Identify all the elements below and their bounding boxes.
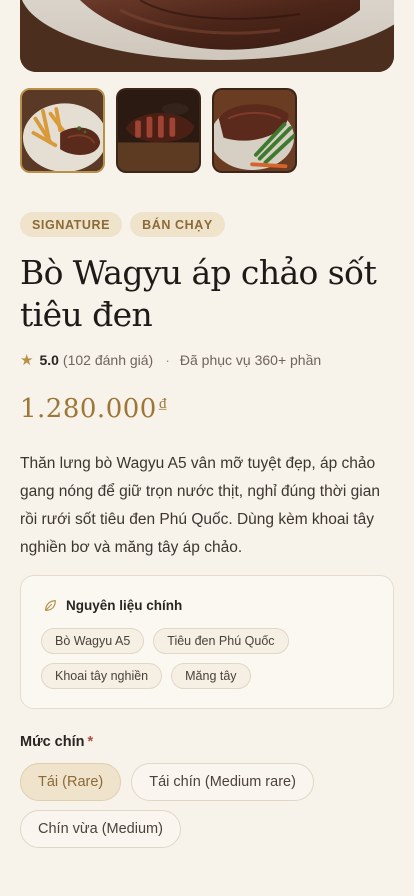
doneness-options: Tái (Rare) Tái chín (Medium rare) Chín v… xyxy=(20,763,400,848)
tag-signature: SIGNATURE xyxy=(20,212,123,237)
product-price: 1.280.000 ₫ xyxy=(20,394,167,424)
separator-dot: · xyxy=(165,352,170,368)
ingredients-heading-label: Nguyên liệu chính xyxy=(66,598,183,613)
ingredient-chip: Bò Wagyu A5 xyxy=(41,628,145,654)
rating-row: ★ 5.0 (102 đánh giá) · Đã phục vụ 360+ p… xyxy=(20,351,321,369)
doneness-label-text: Mức chín xyxy=(20,734,85,750)
hero-image xyxy=(20,0,394,72)
doneness-label: Mức chín * xyxy=(20,734,93,750)
ingredients-card: Nguyên liệu chính Bò Wagyu A5 Tiêu đen P… xyxy=(20,575,394,709)
price-value: 1.280.000 xyxy=(20,394,157,424)
ingredients-heading: Nguyên liệu chính xyxy=(43,598,182,613)
served-count: Đã phục vụ 360+ phần xyxy=(179,352,322,368)
doneness-option-rare[interactable]: Tái (Rare) xyxy=(20,763,122,801)
product-tags: SIGNATURE BÁN CHẠY xyxy=(20,212,225,237)
ingredient-chip: Măng tây xyxy=(171,663,251,689)
thumbnail-steak-asparagus[interactable] xyxy=(212,88,297,173)
doneness-option-medium[interactable]: Chín vừa (Medium) xyxy=(20,810,181,848)
star-icon: ★ xyxy=(20,352,34,369)
product-description: Thăn lưng bò Wagyu A5 vân mỡ tuyệt đẹp, … xyxy=(20,455,380,556)
required-mark: * xyxy=(87,734,94,750)
tag-best-seller: BÁN CHẠY xyxy=(130,212,225,237)
product-title: Bò Wagyu áp chảo sốt tiêu đen xyxy=(20,253,377,334)
ingredient-chip: Khoai tây nghiền xyxy=(41,663,163,689)
ingredient-chip: Tiêu đen Phú Quốc xyxy=(153,628,289,654)
currency-symbol: ₫ xyxy=(158,394,168,412)
ingredient-list: Bò Wagyu A5 Tiêu đen Phú Quốc Khoai tây … xyxy=(41,628,381,689)
thumbnail-steak-fries[interactable] xyxy=(20,88,105,173)
rating-value: 5.0 xyxy=(39,352,59,368)
thumbnail-sliced-steak[interactable] xyxy=(116,88,201,173)
thumbnail-gallery xyxy=(20,88,297,173)
doneness-option-medium-rare[interactable]: Tái chín (Medium rare) xyxy=(131,763,314,801)
leaf-icon xyxy=(45,599,56,611)
review-count[interactable]: (102 đánh giá) xyxy=(63,352,153,368)
